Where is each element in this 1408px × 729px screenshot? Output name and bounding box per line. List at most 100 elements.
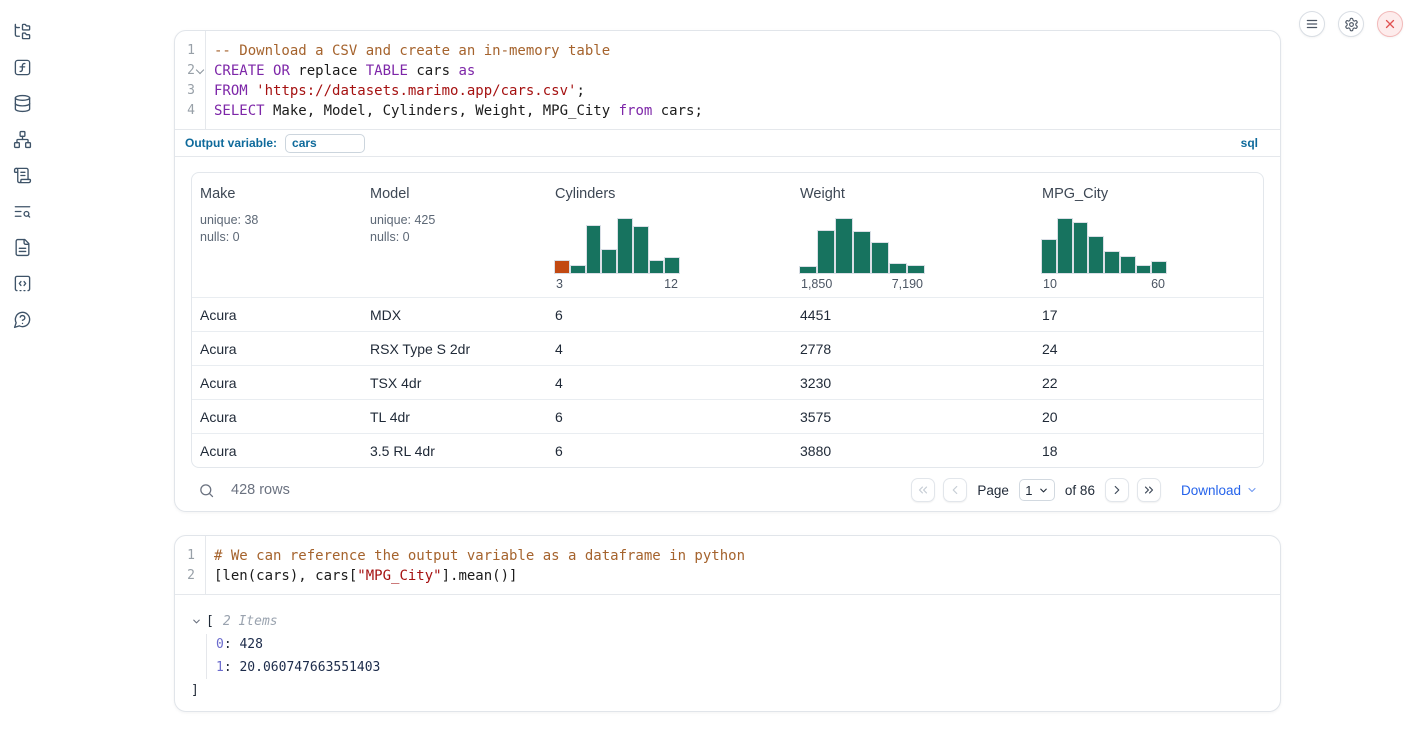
code-line: FROM 'https://datasets.marimo.app/cars.c… <box>214 81 703 101</box>
line-number-gutter: 12 <box>175 536 206 594</box>
table-cell: Acura <box>192 375 362 391</box>
hist-max-label: 7,190 <box>892 277 923 291</box>
python-code: # We can reference the output variable a… <box>206 536 745 594</box>
datasources-icon[interactable] <box>13 94 32 113</box>
page-of-label: of 86 <box>1065 483 1095 498</box>
hist-bar <box>1058 219 1072 273</box>
table-row[interactable]: AcuraTL 4dr6357520 <box>192 399 1263 433</box>
help-chat-icon[interactable] <box>13 310 32 329</box>
table-cell: 4 <box>547 341 792 357</box>
hist-bar <box>854 232 870 273</box>
line-number-gutter: 1234 <box>175 31 206 129</box>
hist-min-label: 3 <box>556 277 563 291</box>
table-row[interactable]: AcuraMDX6445117 <box>192 297 1263 331</box>
table-cell: TSX 4dr <box>362 375 547 391</box>
table-cell: Acura <box>192 409 362 425</box>
python-code-editor[interactable]: 12 # We can reference the output variabl… <box>175 536 1280 595</box>
table-cell: 3880 <box>792 443 1034 459</box>
dependency-graph-icon[interactable] <box>13 130 32 149</box>
scratchpad-icon[interactable] <box>13 166 32 185</box>
items-count-label: 2 Items <box>223 614 278 629</box>
snippets-icon[interactable] <box>13 274 32 293</box>
column-title: Model <box>370 186 539 202</box>
close-icon <box>1383 17 1397 31</box>
pagination: Page 1 of 86 Download <box>911 478 1264 502</box>
search-icon[interactable] <box>198 482 215 499</box>
line-number: 4 <box>175 101 205 121</box>
table-cell: 6 <box>547 443 792 459</box>
fold-chevron-icon[interactable] <box>195 61 205 81</box>
hist-bar <box>800 267 816 273</box>
column-title: Cylinders <box>555 186 784 202</box>
language-badge: sql <box>1241 136 1258 150</box>
table-row[interactable]: AcuraTSX 4dr4323022 <box>192 365 1263 399</box>
page-select[interactable]: 1 <box>1019 479 1055 501</box>
next-page-button[interactable] <box>1105 478 1129 502</box>
hist-bar <box>634 227 648 273</box>
download-button[interactable]: Download <box>1181 483 1258 498</box>
line-number: 2 <box>175 566 205 586</box>
chevrons-left-icon <box>916 483 930 497</box>
file-explorer-icon[interactable] <box>13 22 32 41</box>
column-header: Weight 1,850 7,190 <box>792 173 1034 297</box>
table-cell: RSX Type S 2dr <box>362 341 547 357</box>
table-cell: 3.5 RL 4dr <box>362 443 547 459</box>
gear-icon <box>1344 17 1359 32</box>
column-histogram: 1,850 7,190 <box>800 218 1026 291</box>
hist-bar <box>555 261 569 273</box>
hist-bar <box>1121 257 1135 273</box>
menu-button[interactable] <box>1299 11 1325 37</box>
table-cell: Acura <box>192 443 362 459</box>
table-row[interactable]: Acura3.5 RL 4dr6388018 <box>192 433 1263 467</box>
last-page-button[interactable] <box>1137 478 1161 502</box>
chevron-left-icon <box>948 483 962 497</box>
documentation-icon[interactable] <box>13 238 32 257</box>
table-cell: 4451 <box>792 307 1034 323</box>
sql-cell: 1234 -- Download a CSV and create an in-… <box>174 30 1281 512</box>
tree-entries: 0: 4281: 20.060747663551403 <box>206 634 1264 679</box>
code-line: [len(cars), cars["MPG_City"].mean()] <box>214 566 745 586</box>
column-stats: unique: 425nulls: 0 <box>370 212 539 246</box>
tree-entry: 1: 20.060747663551403 <box>216 657 1264 680</box>
chevron-down-icon <box>1038 485 1049 496</box>
hist-bar <box>836 219 852 273</box>
settings-button[interactable] <box>1338 11 1364 37</box>
hist-bar <box>1105 252 1119 273</box>
column-header: Cylinders 3 12 <box>547 173 792 297</box>
hist-max-label: 12 <box>664 277 678 291</box>
chevron-down-icon <box>1246 484 1258 496</box>
table-cell: 3230 <box>792 375 1034 391</box>
data-table: Makeunique: 38nulls: 0Modelunique: 425nu… <box>191 172 1264 468</box>
column-title: Weight <box>800 186 1026 202</box>
hist-max-label: 60 <box>1151 277 1165 291</box>
table-cell: 17 <box>1034 307 1263 323</box>
output-variable-input[interactable] <box>285 134 365 153</box>
collapse-chevron-icon[interactable] <box>191 616 202 627</box>
table-row[interactable]: AcuraRSX Type S 2dr4277824 <box>192 331 1263 365</box>
sql-code-editor[interactable]: 1234 -- Download a CSV and create an in-… <box>175 31 1280 130</box>
output-variable-label: Output variable: <box>185 136 277 150</box>
shutdown-button[interactable] <box>1377 11 1403 37</box>
table-header: Makeunique: 38nulls: 0Modelunique: 425nu… <box>192 173 1263 297</box>
hist-bar <box>571 266 585 273</box>
variables-icon[interactable] <box>13 58 32 77</box>
table-cell: 6 <box>547 409 792 425</box>
column-stats: unique: 38nulls: 0 <box>200 212 354 246</box>
prev-page-button[interactable] <box>943 478 967 502</box>
line-number: 1 <box>175 41 205 61</box>
hist-min-label: 10 <box>1043 277 1057 291</box>
hist-bar <box>1074 223 1088 273</box>
hist-bar <box>1042 240 1056 273</box>
first-page-button[interactable] <box>911 478 935 502</box>
table-cell: TL 4dr <box>362 409 547 425</box>
column-histogram: 3 12 <box>555 218 784 291</box>
hist-bar <box>890 264 906 273</box>
table-cell: 20 <box>1034 409 1263 425</box>
hist-min-label: 1,850 <box>801 277 832 291</box>
logs-search-icon[interactable] <box>13 202 32 221</box>
code-line: CREATE OR replace TABLE cars as <box>214 61 703 81</box>
table-cell: 6 <box>547 307 792 323</box>
line-number: 3 <box>175 81 205 101</box>
table-cell: 18 <box>1034 443 1263 459</box>
table-cell: MDX <box>362 307 547 323</box>
